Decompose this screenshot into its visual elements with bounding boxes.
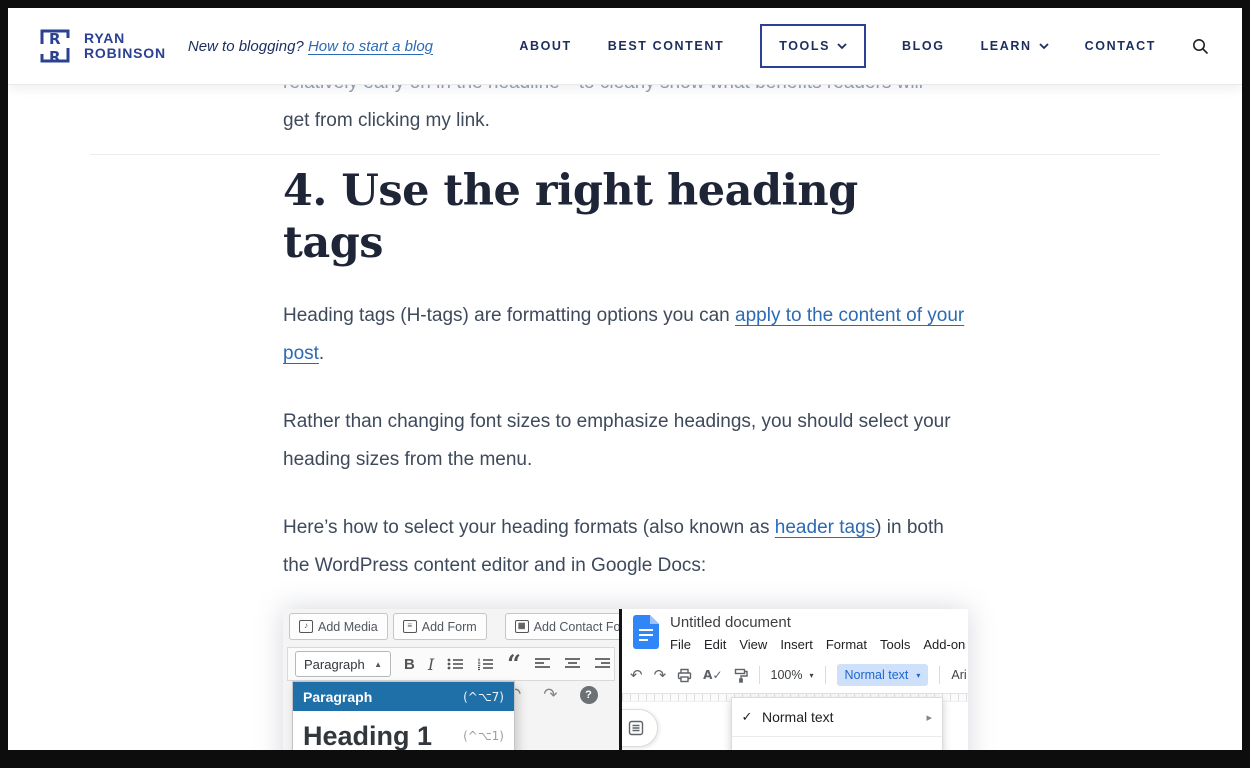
- menu-addons[interactable]: Add-ons: [923, 637, 966, 652]
- menu-format[interactable]: Format: [826, 637, 867, 652]
- help-icon[interactable]: ?: [580, 686, 598, 704]
- site-header: R R RYAN ROBINSON New to blogging? How t…: [8, 8, 1242, 85]
- toolbar-separator: [825, 666, 826, 684]
- italic-icon[interactable]: I: [428, 655, 434, 674]
- logo-text: RYAN ROBINSON: [84, 31, 166, 61]
- document-outline-button[interactable]: [622, 709, 658, 747]
- align-right-icon[interactable]: [594, 657, 611, 671]
- align-center-icon[interactable]: [564, 657, 581, 671]
- dropdown-item-normal-text[interactable]: ✓ Normal text ▸: [732, 698, 942, 736]
- start-a-blog-link[interactable]: How to start a blog: [308, 38, 433, 55]
- google-docs-icon: [633, 615, 659, 649]
- add-contact-form-button[interactable]: ▦ Add Contact Form: [505, 613, 619, 640]
- header-tagline: New to blogging? How to start a blog: [188, 38, 433, 55]
- font-select[interactable]: Arial ▾: [951, 668, 966, 682]
- paragraph: Here’s how to select your heading format…: [283, 509, 968, 585]
- contact-form-icon: ▦: [515, 620, 529, 633]
- media-icon: ♪: [299, 620, 313, 633]
- redo-icon[interactable]: ↷: [543, 685, 557, 705]
- caret-down-icon: ▾: [809, 671, 813, 680]
- wp-format-dropdown: Paragraph (^⌥7) Heading 1 (^⌥1) Heading …: [292, 681, 515, 750]
- caret-down-icon: ▾: [916, 671, 920, 680]
- shortcut-label: (^⌥7): [463, 690, 504, 704]
- dropdown-item-paragraph[interactable]: Paragraph (^⌥7): [293, 682, 514, 711]
- wp-toolbar-row2: ↶ ↷ ?: [507, 685, 598, 705]
- numbered-list-icon[interactable]: [477, 657, 494, 671]
- dropdown-item-heading1[interactable]: Heading 1 (^⌥1): [293, 711, 514, 750]
- bold-icon[interactable]: B: [404, 656, 415, 673]
- browser-page: R R RYAN ROBINSON New to blogging? How t…: [8, 8, 1242, 750]
- chevron-down-icon: [837, 41, 847, 51]
- chevron-down-icon: [1039, 41, 1049, 51]
- nav-item-best-content[interactable]: BEST CONTENT: [608, 39, 724, 53]
- wp-format-toolbar: Paragraph ▲ B I “: [287, 647, 615, 681]
- wp-media-buttons: ♪ Add Media ≡ Add Form ▦ Add Contact For…: [289, 613, 619, 640]
- section-heading: 4. Use the right heading tags: [283, 165, 968, 269]
- redo-icon[interactable]: ↷: [654, 666, 667, 684]
- print-icon[interactable]: [677, 668, 692, 683]
- gdocs-menubar: File Edit View Insert Format Tools Add-o…: [670, 637, 966, 652]
- bullet-list-icon[interactable]: [447, 657, 464, 671]
- add-form-button[interactable]: ≡ Add Form: [393, 613, 487, 640]
- form-icon: ≡: [403, 620, 417, 633]
- site-logo[interactable]: R R RYAN ROBINSON: [35, 24, 166, 68]
- gdocs-style-dropdown: ✓ Normal text ▸ Title ▸ Subtitle ▸: [731, 697, 943, 750]
- tagline-text: New to blogging?: [188, 38, 308, 55]
- outline-icon: [628, 720, 644, 736]
- paragraph-style-select[interactable]: Normal text ▾: [837, 664, 929, 686]
- search-button[interactable]: [1192, 38, 1209, 55]
- wordpress-editor-screenshot: ♪ Add Media ≡ Add Form ▦ Add Contact For…: [283, 609, 619, 750]
- toolbar-separator: [759, 666, 760, 684]
- article-content: relatively early on in the headline—to c…: [8, 8, 968, 750]
- paragraph: Heading tags (H-tags) are formatting opt…: [283, 297, 968, 373]
- clipped-paragraph-line: get from clicking my link.: [283, 102, 968, 140]
- section-divider: [90, 154, 1160, 155]
- nav-item-about[interactable]: ABOUT: [519, 39, 571, 53]
- menu-insert[interactable]: Insert: [780, 637, 813, 652]
- spellcheck-icon[interactable]: A✓: [703, 668, 722, 682]
- editors-screenshot: ♪ Add Media ≡ Add Form ▦ Add Contact For…: [283, 609, 968, 750]
- shortcut-label: (^⌥1): [463, 729, 504, 743]
- logo-rr-icon: R R: [35, 24, 75, 68]
- menu-view[interactable]: View: [739, 637, 767, 652]
- undo-icon[interactable]: ↶: [630, 666, 643, 684]
- submenu-arrow-icon: ▸: [926, 711, 932, 724]
- gdocs-toolbar: ↶ ↷ A✓ 100% ▾ Norma: [630, 661, 966, 689]
- nav-item-learn[interactable]: LEARN: [981, 39, 1049, 53]
- nav-item-blog[interactable]: BLOG: [902, 39, 945, 53]
- menu-file[interactable]: File: [670, 637, 691, 652]
- dropdown-item-title[interactable]: Title ▸: [732, 737, 942, 750]
- menu-edit[interactable]: Edit: [704, 637, 726, 652]
- main-nav: ABOUT BEST CONTENT TOOLS BLOG LEARN: [519, 24, 1209, 68]
- toolbar-separator: [939, 666, 940, 684]
- nav-item-contact[interactable]: CONTACT: [1085, 39, 1156, 53]
- blockquote-icon[interactable]: “: [507, 657, 521, 671]
- document-title[interactable]: Untitled document: [670, 614, 791, 631]
- google-docs-screenshot: Untitled document File Edit View Insert …: [622, 609, 968, 750]
- zoom-select[interactable]: 100% ▾: [771, 668, 814, 682]
- screenshot-divider: [619, 609, 622, 750]
- paragraph: Rather than changing font sizes to empha…: [283, 403, 968, 479]
- paint-format-icon[interactable]: [734, 668, 748, 683]
- paragraph-format-select[interactable]: Paragraph ▲: [295, 651, 391, 677]
- add-media-button[interactable]: ♪ Add Media: [289, 613, 388, 640]
- check-icon: ✓: [732, 709, 762, 725]
- nav-item-tools[interactable]: TOOLS: [760, 24, 866, 68]
- header-tags-link[interactable]: header tags: [775, 517, 875, 538]
- menu-tools[interactable]: Tools: [880, 637, 910, 652]
- svg-text:R: R: [49, 48, 61, 66]
- caret-up-icon: ▲: [374, 660, 382, 669]
- svg-text:R: R: [49, 30, 61, 48]
- search-icon: [1192, 38, 1209, 55]
- align-left-icon[interactable]: [534, 657, 551, 671]
